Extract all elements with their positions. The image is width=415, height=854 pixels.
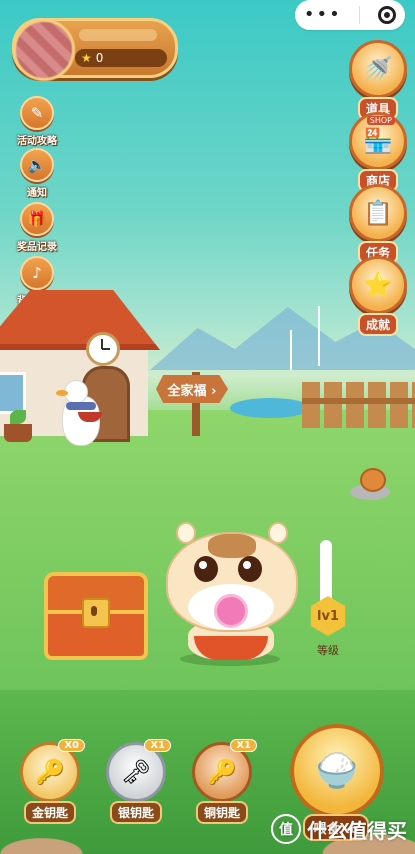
fence	[302, 382, 415, 428]
gold-key-label: 金钥匙	[23, 801, 76, 824]
watering-can-icon: 🚿	[349, 40, 407, 98]
left-menu-prize-record[interactable]: 🎁 奖品记录	[6, 202, 68, 253]
plant-pot	[4, 424, 32, 442]
copper-key-count: X1	[230, 739, 257, 752]
pet-head-patch	[208, 534, 256, 558]
watermark-text: 什么值得买	[307, 818, 407, 843]
task-list-icon: 📋	[349, 184, 407, 242]
family-photo-sign[interactable]: 全家福 ›	[156, 375, 228, 403]
gift-icon: 🎁	[20, 202, 54, 236]
player-profile[interactable]: ★ 0	[12, 18, 178, 81]
plant-icon	[10, 410, 26, 424]
left-menu-guide[interactable]: ✎ 活动攻略	[6, 96, 68, 147]
pet-eye-left	[194, 556, 218, 582]
player-name-blurred	[79, 29, 157, 41]
left-menu-label: 通知	[27, 188, 47, 199]
duck-scarf	[66, 402, 96, 410]
gold-key-glyph: 🔑	[35, 758, 65, 786]
left-menu-notice[interactable]: 🔈 通知	[6, 148, 68, 199]
clock-icon	[86, 332, 120, 366]
pet-eye-right	[238, 556, 262, 582]
house-roof	[0, 290, 160, 350]
silver-key-glyph: 🗝	[120, 758, 152, 786]
star-counter: ★ 0	[75, 49, 167, 67]
left-menu-label: 活动攻略	[17, 136, 57, 147]
copper-key-label: 铜钥匙	[195, 801, 248, 824]
star-count: 0	[95, 51, 104, 65]
more-options-icon[interactable]: •••	[304, 6, 342, 24]
shop-badge: SHOP	[366, 116, 395, 125]
silver-key-count: X1	[144, 739, 171, 752]
feed-bucket-icon: 🍚	[290, 724, 384, 818]
right-menu-props[interactable]: 🚿 道具	[347, 40, 409, 120]
duck-beak	[56, 390, 68, 396]
music-icon: ♪	[20, 256, 54, 290]
silver-key-button[interactable]: 🗝 X1 银钥匙	[106, 739, 171, 824]
guide-icon: ✎	[20, 96, 54, 130]
avatar[interactable]	[13, 19, 75, 81]
chest-keyhole	[91, 606, 97, 616]
level-label: 等级	[317, 644, 339, 657]
pond	[230, 398, 310, 418]
silver-key-icon: 🗝 X1	[106, 739, 171, 802]
gold-key-button[interactable]: 🔑 X0 金钥匙	[20, 739, 85, 824]
right-menu-label: 成就	[357, 313, 398, 336]
watermark: 值 什么值得买	[271, 814, 407, 844]
copper-key-glyph: 🔑	[207, 758, 237, 786]
close-miniprogram-icon[interactable]	[378, 6, 397, 24]
windmill	[318, 306, 320, 366]
miniprogram-capsule: •••	[295, 0, 405, 30]
copper-key-button[interactable]: 🔑 X1 铜钥匙	[192, 739, 257, 824]
achievement-icon: ⭐	[349, 256, 407, 314]
snail-icon[interactable]	[360, 468, 386, 492]
silver-key-label: 银钥匙	[109, 801, 162, 824]
right-menu-achievements[interactable]: ⭐ 成就	[347, 256, 409, 336]
pacifier-icon	[214, 594, 248, 628]
left-menu-label: 奖品记录	[17, 242, 57, 253]
capsule-divider	[359, 6, 361, 24]
gold-key-count: X0	[58, 739, 85, 752]
right-menu-tasks[interactable]: 📋 任务	[347, 184, 409, 264]
star-icon: ★	[81, 51, 92, 65]
copper-key-icon: 🔑 X1	[192, 739, 257, 802]
house-window	[0, 372, 26, 414]
speaker-icon: 🔈	[20, 148, 54, 182]
fence-rail	[302, 398, 415, 404]
windmill	[290, 330, 292, 370]
gold-key-icon: 🔑 X0	[20, 739, 85, 802]
watermark-logo: 值	[271, 814, 301, 844]
